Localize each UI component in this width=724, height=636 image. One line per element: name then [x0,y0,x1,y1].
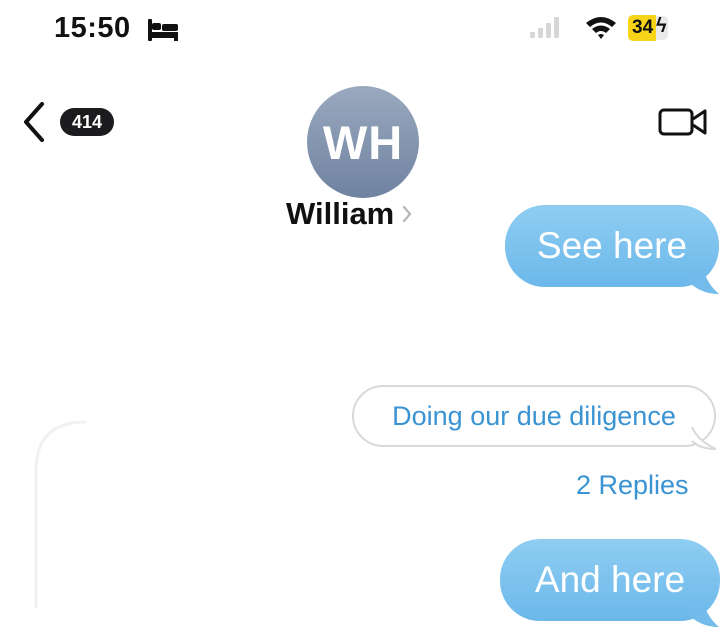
contact-details-button[interactable]: William [286,196,412,232]
chevron-right-icon [403,205,412,223]
thread-indicator [34,420,87,608]
back-button[interactable]: 414 [20,100,115,144]
messages-conversation-screen: 15:50 34 ϟ 414 WH William See here Doing… [0,0,724,636]
chevron-left-icon [24,102,44,142]
contact-avatar[interactable]: WH [307,86,419,198]
cellular-signal-icon [530,17,559,38]
bubble-tail [685,268,719,294]
thread-message-bubble[interactable]: Doing our due diligence [352,385,716,447]
wifi-icon [586,17,616,39]
unread-count-badge: 414 [60,108,115,136]
battery-level: 34 [628,14,657,41]
replies-link[interactable]: 2 Replies [576,470,689,501]
contact-name: William [286,196,395,231]
charging-bolt-icon: ϟ [656,15,667,37]
status-time: 15:50 [54,12,131,44]
video-camera-icon[interactable] [657,106,709,138]
bubble-tail [691,426,717,450]
bed-icon [148,19,178,41]
bubble-tail [685,601,719,627]
